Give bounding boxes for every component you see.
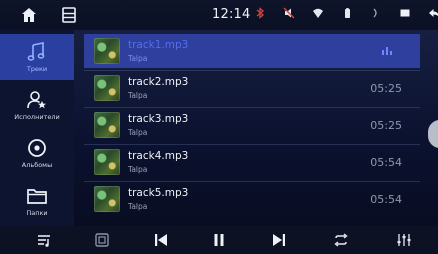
track-row[interactable]: track1.mp3 Talpa xyxy=(84,34,420,68)
album-art-thumbnail xyxy=(94,149,120,175)
status-right-group xyxy=(254,7,438,19)
track-duration: 05:25 xyxy=(370,82,402,95)
now-playing-icon xyxy=(382,47,392,55)
scroll-handle[interactable] xyxy=(428,120,438,148)
sidebar-item-folders[interactable]: Папки xyxy=(0,178,74,224)
track-row[interactable]: track3.mp3 Talpa 05:25 xyxy=(84,108,420,142)
track-artist: Talpa xyxy=(128,165,148,174)
wifi-icon xyxy=(313,8,323,18)
sidebar-item-tracks[interactable]: Треки xyxy=(0,34,74,80)
track-artist: Talpa xyxy=(128,202,148,211)
media-source-icon[interactable] xyxy=(94,232,110,248)
pause-icon[interactable] xyxy=(211,232,227,248)
bluetooth-icon xyxy=(256,7,265,19)
album-art-thumbnail xyxy=(94,186,120,212)
sidebar-item-label: Альбомы xyxy=(21,161,53,169)
playlist-icon[interactable] xyxy=(36,232,52,248)
track-title: track1.mp3 xyxy=(128,39,189,51)
next-icon[interactable] xyxy=(271,232,287,248)
track-row[interactable]: track4.mp3 Talpa 05:54 xyxy=(84,145,420,179)
track-artist: Talpa xyxy=(128,54,148,63)
sidebar-item-label: Исполнители xyxy=(14,113,60,121)
track-title: track5.mp3 xyxy=(128,187,189,199)
track-duration: 05:54 xyxy=(370,193,402,206)
repeat-icon[interactable] xyxy=(333,232,349,248)
album-art-thumbnail xyxy=(94,112,120,138)
album-icon xyxy=(28,139,46,157)
battery-icon xyxy=(345,8,350,18)
previous-icon[interactable] xyxy=(153,232,169,248)
sidebar-item-label: Треки xyxy=(26,65,48,73)
signal-icon xyxy=(373,8,377,18)
window-icon[interactable] xyxy=(399,7,411,19)
track-artist: Talpa xyxy=(128,128,148,137)
playback-controls xyxy=(0,226,438,254)
clock: 12:14 xyxy=(212,7,251,22)
track-row[interactable]: track5.mp3 Talpa 05:54 xyxy=(84,182,420,216)
home-icon[interactable] xyxy=(20,6,38,24)
sidebar-item-artists[interactable]: Исполнители xyxy=(0,82,74,128)
artist-icon xyxy=(27,91,46,109)
track-title: track4.mp3 xyxy=(128,150,189,162)
album-art-thumbnail xyxy=(94,75,120,101)
track-duration: 05:25 xyxy=(370,119,402,132)
track-title: track2.mp3 xyxy=(128,76,189,88)
track-duration: 05:54 xyxy=(370,156,402,169)
status-bar: 12:14 xyxy=(0,0,438,30)
sidebar-item-albums[interactable]: Альбомы xyxy=(0,130,74,176)
album-art-thumbnail xyxy=(94,38,120,64)
music-player-screen: 12:14 Треки Исполнители Альбомы Папки tr… xyxy=(0,0,438,254)
library-sidebar: Треки Исполнители Альбомы Папки xyxy=(0,30,74,226)
track-artist: Talpa xyxy=(128,91,148,100)
track-title: track3.mp3 xyxy=(128,113,189,125)
track-row[interactable]: track2.mp3 Talpa 05:25 xyxy=(84,71,420,105)
track-list: track1.mp3 Talpa track2.mp3 Talpa 05:25 … xyxy=(84,34,420,222)
status-left-group xyxy=(20,6,78,24)
sidebar-item-label: Папки xyxy=(26,209,48,217)
back-icon[interactable] xyxy=(428,7,438,19)
folder-icon xyxy=(27,189,47,204)
menu-icon[interactable] xyxy=(60,6,78,24)
mute-icon xyxy=(283,7,295,19)
music-note-icon xyxy=(27,42,45,61)
equalizer-icon[interactable] xyxy=(396,232,412,248)
